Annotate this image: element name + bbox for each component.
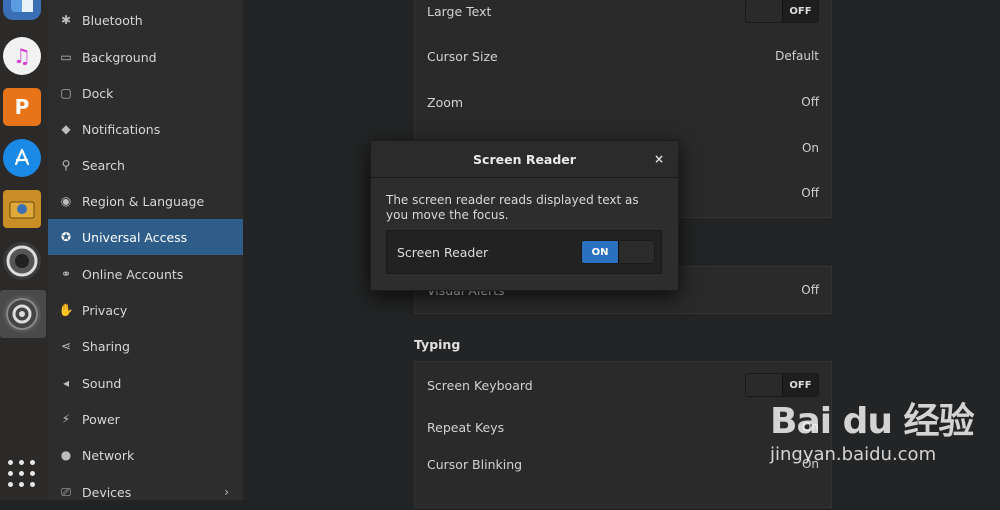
sidebar-item-label: Universal Access: [82, 229, 188, 245]
app-store-glyph-icon: [14, 148, 30, 166]
chevron-right-icon: ›: [224, 485, 229, 499]
sidebar-item-label: Background: [82, 49, 157, 65]
files-icon[interactable]: [3, 0, 41, 20]
sidebar-item-label: Region & Language: [82, 193, 205, 209]
cursor-blinking-row[interactable]: Cursor Blinking On: [415, 441, 831, 487]
sidebar-item-sound[interactable]: ◂ Sound: [48, 365, 243, 401]
sidebar-item-sharing[interactable]: ⋖ Sharing: [48, 328, 243, 364]
power-dial-icon[interactable]: [3, 242, 41, 280]
sidebar-item-label: Devices: [82, 484, 132, 500]
music-icon[interactable]: ♫: [3, 37, 41, 75]
row-label: Cursor Blinking: [427, 456, 523, 472]
row-label: Cursor Size: [427, 48, 498, 64]
screen-reader-toggle-row[interactable]: Screen Reader ON: [386, 230, 662, 274]
sidebar-item-background[interactable]: ▭ Background: [48, 39, 243, 75]
sidebar-item-privacy[interactable]: ✋ Privacy: [48, 292, 243, 328]
settings-sidebar: ✱ Bluetooth ▭ Background ▢ Dock ◆ Notificati…: [48, 0, 243, 500]
drive-glyph-icon: [9, 201, 35, 219]
online-accounts-icon: ⚭: [60, 267, 72, 281]
hand-icon: ✋: [58, 303, 74, 317]
globe-icon: ◉: [60, 194, 72, 208]
row-value: On: [801, 141, 819, 155]
watermark-url: jingyan.baidu.com: [770, 444, 937, 465]
sidebar-item-devices[interactable]: ⎚ Devices ›: [48, 474, 243, 510]
dialog-description: The screen reader reads displayed text a…: [386, 193, 639, 222]
sidebar-item-label: Dock: [82, 85, 114, 101]
background-icon: ▭: [60, 50, 72, 64]
large-text-switch[interactable]: OFF: [745, 0, 819, 23]
bluetooth-icon: ✱: [60, 13, 72, 27]
bell-icon: ◆: [61, 122, 71, 136]
row-label: Large Text: [427, 3, 492, 19]
sidebar-item-notifications[interactable]: ◆ Notifications: [48, 111, 243, 147]
devices-icon: ⎚: [61, 484, 71, 499]
switch-state: ON: [582, 241, 618, 263]
row-value: Default: [775, 49, 819, 63]
dialog-header: Screen Reader ×: [371, 141, 678, 178]
backup-drive-icon[interactable]: [3, 190, 41, 228]
app-store-icon[interactable]: [3, 139, 41, 177]
sidebar-item-power[interactable]: ⚡ Power: [48, 401, 243, 437]
sidebar-item-label: Sound: [82, 375, 122, 391]
row-value: Off: [801, 283, 819, 297]
sidebar-item-online-accounts[interactable]: ⚭ Online Accounts: [48, 256, 243, 292]
sidebar-item-label: Online Accounts: [82, 266, 184, 282]
watermark-logo: Bai du 经验: [770, 401, 975, 442]
dial-glyph-icon: [6, 245, 38, 277]
large-text-row[interactable]: Large Text OFF: [415, 0, 831, 34]
gear-icon: [6, 298, 38, 330]
sidebar-item-label: Power: [82, 411, 120, 427]
show-applications-icon[interactable]: [8, 460, 36, 488]
sidebar-item-search[interactable]: ⚲ Search: [48, 147, 243, 183]
network-icon: ●: [60, 448, 72, 462]
sidebar-item-label: Sharing: [82, 338, 130, 354]
row-value: Off: [801, 95, 819, 109]
close-icon[interactable]: ×: [654, 152, 664, 166]
cursor-size-row[interactable]: Cursor Size Default: [415, 33, 831, 79]
switch-knob: [618, 241, 654, 263]
row-label: Zoom: [427, 94, 464, 110]
screen-keyboard-row[interactable]: Screen Keyboard OFF: [415, 362, 831, 408]
sidebar-item-label: Network: [82, 447, 135, 463]
sidebar-item-region-language[interactable]: ◉ Region & Language: [48, 183, 243, 219]
share-icon: ⋖: [60, 339, 72, 353]
sidebar-item-universal-access[interactable]: ✪ Universal Access: [48, 219, 243, 255]
switch-state: OFF: [789, 5, 812, 17]
search-icon: ⚲: [61, 158, 71, 172]
settings-icon[interactable]: [3, 295, 41, 333]
dialog-title: Screen Reader: [473, 151, 576, 167]
sidebar-item-label: Notifications: [82, 121, 161, 137]
dock-icon: ▢: [60, 86, 72, 100]
sidebar-item-label: Privacy: [82, 302, 128, 318]
sidebar-item-dock[interactable]: ▢ Dock: [48, 75, 243, 111]
dock: ♫ P: [0, 0, 48, 500]
sidebar-item-network[interactable]: ● Network: [48, 437, 243, 473]
sidebar-item-label: Bluetooth: [82, 12, 143, 28]
typing-section-title: Typing: [414, 337, 461, 352]
speaker-icon: ◂: [62, 376, 70, 390]
toggle-label: Screen Reader: [397, 244, 489, 260]
baidu-watermark: Bai du 经验 jingyan.baidu.com: [770, 392, 990, 492]
row-label: Repeat Keys: [427, 419, 505, 435]
finder-face-icon: [11, 0, 33, 12]
presentation-icon[interactable]: P: [3, 88, 41, 126]
screen-reader-dialog: Screen Reader × The screen reader reads …: [370, 140, 679, 291]
zoom-row[interactable]: Zoom Off: [415, 79, 831, 125]
screen-reader-switch[interactable]: ON: [581, 240, 655, 264]
row-value: Off: [801, 186, 819, 200]
power-icon: ⚡: [61, 412, 71, 426]
accessibility-icon: ✪: [60, 230, 72, 244]
row-label: Screen Keyboard: [427, 377, 533, 393]
sidebar-item-label: Search: [82, 157, 125, 173]
sidebar-item-bluetooth[interactable]: ✱ Bluetooth: [48, 2, 243, 38]
